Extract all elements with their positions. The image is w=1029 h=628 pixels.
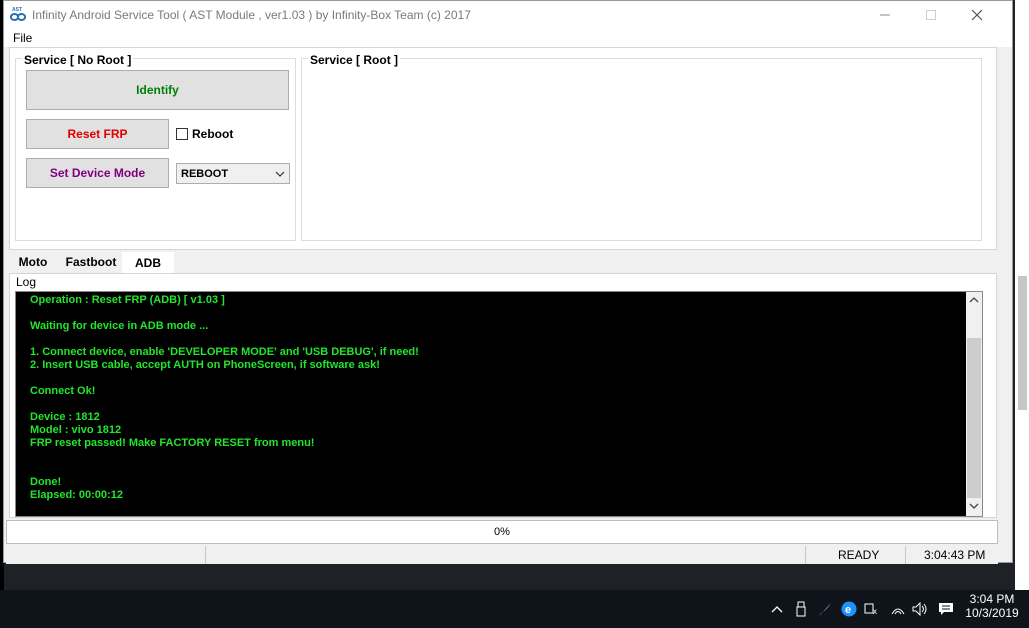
taskbar-clock[interactable]: 3:04 PM 10/3/2019 xyxy=(960,592,1024,620)
log-label: Log xyxy=(16,275,37,289)
keyboard-language-icon[interactable]: x xyxy=(863,599,883,619)
svg-text:x: x xyxy=(873,607,877,616)
window-title: Infinity Android Service Tool ( AST Modu… xyxy=(32,8,471,22)
log-line: Waiting for device in ADB mode ... xyxy=(30,320,209,332)
ast-logo-icon: AST xyxy=(9,7,27,21)
log-scrollbar-thumb[interactable] xyxy=(967,338,981,498)
log-line: Device : 1812 xyxy=(30,411,100,423)
log-line: Connect Ok! xyxy=(30,385,96,397)
reboot-checkbox-row[interactable]: Reboot xyxy=(176,127,233,141)
menu-bar: File xyxy=(4,29,1012,47)
tab-fastboot[interactable]: Fastboot xyxy=(59,252,123,272)
usb-drive-icon[interactable] xyxy=(792,599,810,619)
scroll-up-icon[interactable] xyxy=(969,296,979,304)
status-bar: READY 3:04:43 PM xyxy=(6,546,998,564)
svg-text:AST: AST xyxy=(12,7,22,13)
log-line: Elapsed: 00:00:12 xyxy=(30,489,123,501)
reboot-checkbox[interactable] xyxy=(176,128,188,140)
log-line: FRP reset passed! Make FACTORY RESET fro… xyxy=(30,437,315,449)
set-device-mode-button[interactable]: Set Device Mode xyxy=(26,158,169,188)
status-time: 3:04:43 PM xyxy=(924,548,986,562)
chevron-down-icon xyxy=(275,171,285,177)
background-scrollbar-thumb[interactable] xyxy=(1018,276,1027,410)
status-cell-2 xyxy=(206,546,806,564)
status-cell-1 xyxy=(6,546,206,564)
menu-file[interactable]: File xyxy=(13,31,32,45)
service-no-root-group: Service [ No Root ] Identify Reset FRP R… xyxy=(15,53,296,241)
reboot-label: Reboot xyxy=(192,127,234,141)
feather-pen-icon[interactable] xyxy=(815,599,835,619)
log-line: 2. Insert USB cable, accept AUTH on Phon… xyxy=(30,359,380,371)
maximize-icon[interactable] xyxy=(908,1,954,29)
wifi-icon[interactable] xyxy=(888,599,908,619)
action-center-icon[interactable] xyxy=(936,599,956,619)
clock-time: 3:04 PM xyxy=(969,592,1015,606)
progress-text: 0% xyxy=(494,526,510,538)
taskbar: e x 3:04 PM 10/3/2019 xyxy=(0,590,1029,628)
tab-moto[interactable]: Moto xyxy=(9,252,57,272)
chevron-up-icon[interactable] xyxy=(768,600,786,618)
minimize-icon[interactable] xyxy=(862,1,908,29)
log-output[interactable]: Operation : Reset FRP (ADB) [ v1.03 ] Wai… xyxy=(15,291,983,517)
svg-text:e: e xyxy=(845,604,851,616)
log-line: 1. Connect device, enable 'DEVELOPER MOD… xyxy=(30,346,419,358)
status-state: READY xyxy=(806,546,906,564)
close-icon[interactable] xyxy=(954,1,1000,29)
log-line: Done! xyxy=(30,476,62,488)
service-root-title: Service [ Root ] xyxy=(308,53,401,67)
edge-browser-icon[interactable]: e xyxy=(839,599,859,619)
device-mode-select[interactable]: REBOOT xyxy=(176,163,290,184)
tab-adb[interactable]: ADB xyxy=(122,252,174,274)
clock-date: 10/3/2019 xyxy=(965,606,1019,620)
title-bar[interactable]: AST Infinity Android Service Tool ( AST … xyxy=(4,1,1012,29)
progress-bar: 0% xyxy=(6,520,998,544)
reset-frp-button[interactable]: Reset FRP xyxy=(26,119,169,149)
log-panel: Log Operation : Reset FRP (ADB) [ v1.03 … xyxy=(9,273,997,518)
service-panel: Service [ No Root ] Identify Reset FRP R… xyxy=(9,47,997,250)
service-no-root-title: Service [ No Root ] xyxy=(22,53,134,67)
tab-strip: Moto Fastboot ADB xyxy=(9,252,997,274)
main-window: AST Infinity Android Service Tool ( AST … xyxy=(3,0,1013,564)
log-line: Operation : Reset FRP (ADB) [ v1.03 ] xyxy=(30,294,225,306)
service-root-group: Service [ Root ] xyxy=(301,53,982,241)
volume-icon[interactable] xyxy=(910,599,930,619)
identify-button[interactable]: Identify xyxy=(26,70,289,110)
device-mode-value: REBOOT xyxy=(181,168,229,180)
log-line: Model : vivo 1812 xyxy=(30,424,122,436)
scroll-down-icon[interactable] xyxy=(969,502,979,510)
log-scrollbar[interactable] xyxy=(966,292,982,516)
